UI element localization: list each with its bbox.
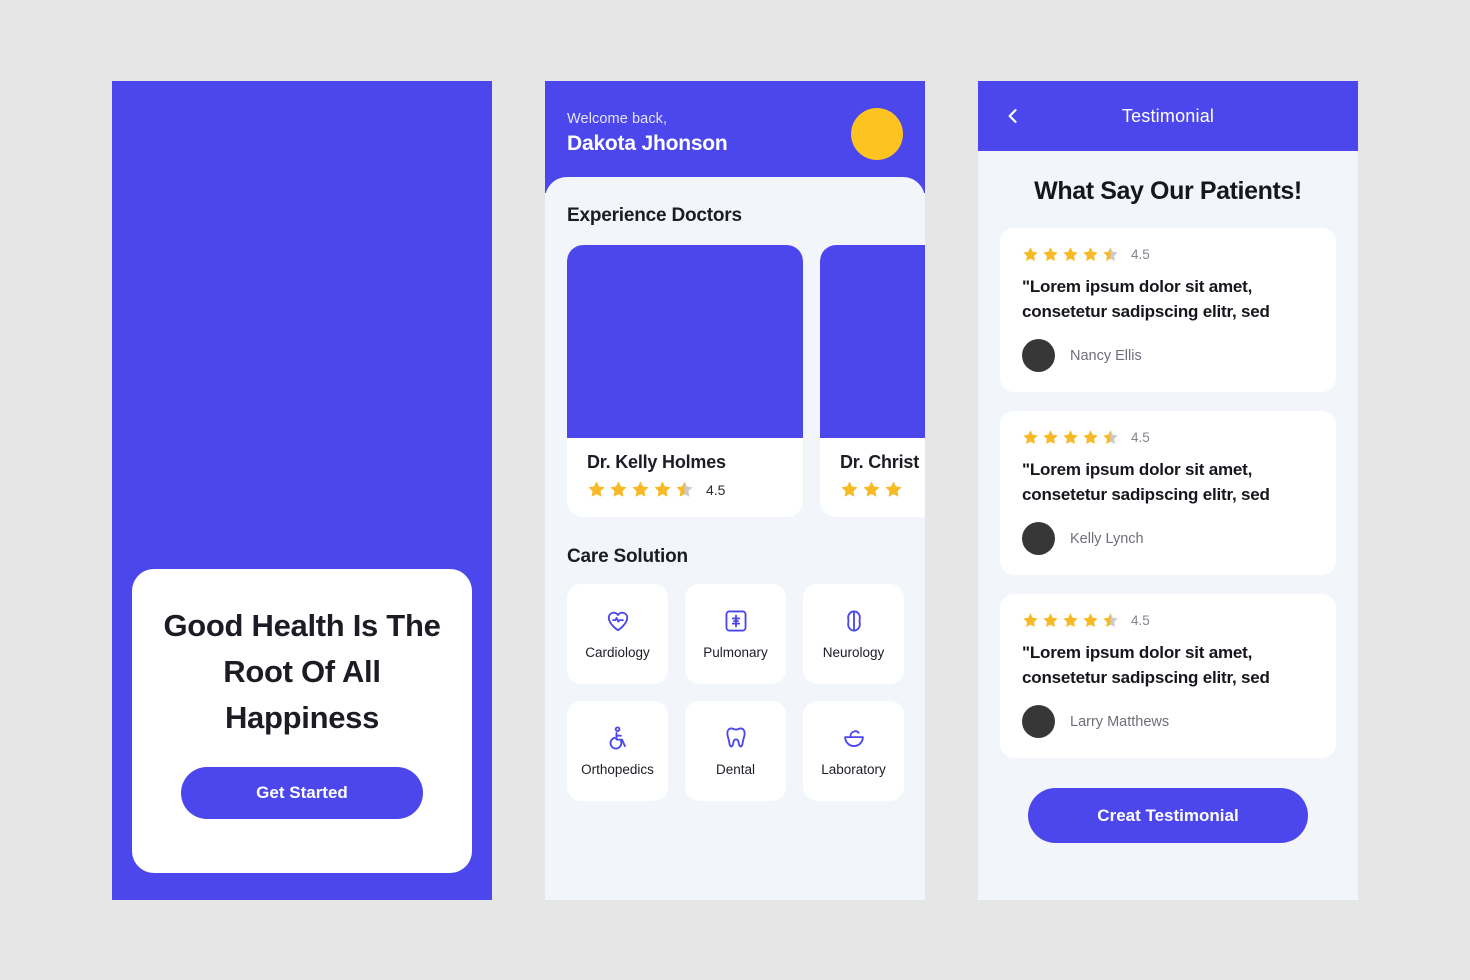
star-icon: [1063, 247, 1078, 262]
doctor-name: Dr. Kelly Holmes: [587, 452, 726, 472]
screen-home: Welcome back, Dakota Jhonson Experience …: [545, 81, 925, 900]
star-icon: [1083, 247, 1098, 262]
care-label: Orthopedics: [581, 762, 654, 777]
care-label: Laboratory: [821, 762, 886, 777]
care-tile-neurology[interactable]: Neurology: [803, 584, 904, 684]
doctor-card[interactable]: Dr. Christ: [820, 245, 925, 517]
star-icon: [632, 481, 649, 497]
star-half-icon: [676, 481, 693, 497]
doctor-carousel[interactable]: Dr. Kelly Holmes 4.5 Dr. Christ: [545, 245, 925, 517]
nav-title: Testimonial: [1121, 105, 1215, 126]
star-half-icon: [1103, 430, 1118, 445]
star-icon: [863, 481, 880, 497]
testimonial-quote: "Lorem ipsum dolor sit amet, consetetur …: [1022, 643, 1270, 687]
doctor-photo: [567, 245, 803, 438]
avatar: [1022, 705, 1055, 738]
star-icon: [610, 481, 627, 497]
rating-row: 4.5: [1022, 246, 1314, 263]
doctor-rating: 4.5: [587, 480, 803, 499]
create-testimonial-button[interactable]: Creat Testimonial: [1028, 788, 1308, 843]
doctor-rating: [840, 480, 925, 499]
screen-testimonial: Testimonial What Say Our Patients! 4.5 "…: [978, 81, 1358, 900]
star-icon: [1083, 613, 1098, 628]
doctors-section-title: Experience Doctors: [567, 205, 742, 226]
author-row: Larry Matthews: [1022, 705, 1314, 738]
testimonial-card[interactable]: 4.5 "Lorem ipsum dolor sit amet, consete…: [1000, 594, 1336, 758]
rating-row: 4.5: [1022, 612, 1314, 629]
rating-value: 4.5: [706, 481, 726, 498]
avatar: [1022, 339, 1055, 372]
testimonial-header: Testimonial: [978, 81, 1358, 151]
avatar: [1022, 522, 1055, 555]
star-icon: [1043, 247, 1058, 262]
star-icon: [588, 481, 605, 497]
design-canvas: Good Health Is The Root Of All Happiness…: [0, 0, 1470, 980]
star-icon: [1063, 430, 1078, 445]
care-tile-cardiology[interactable]: Cardiology: [567, 584, 668, 684]
star-icon: [841, 481, 858, 497]
testimonial-quote: "Lorem ipsum dolor sit amet, consetetur …: [1022, 277, 1270, 321]
testimonial-quote: "Lorem ipsum dolor sit amet, consetetur …: [1022, 460, 1270, 504]
doctor-photo: [820, 245, 925, 438]
star-half-icon: [1103, 247, 1118, 262]
care-tile-pulmonary[interactable]: Pulmonary: [685, 584, 786, 684]
star-icon: [1063, 613, 1078, 628]
star-icon: [1023, 430, 1038, 445]
doctor-info: Dr. Christ: [820, 438, 925, 517]
onboarding-card: Good Health Is The Root Of All Happiness…: [132, 569, 472, 873]
care-label: Dental: [715, 762, 756, 777]
care-label: Neurology: [822, 645, 885, 660]
author-name: Larry Matthews: [1070, 713, 1170, 730]
star-icon: [1043, 430, 1058, 445]
author-name: Nancy Ellis: [1070, 347, 1142, 364]
star-icon: [1043, 613, 1058, 628]
care-grid: Cardiology Pulmonary Neurology Orthopedi…: [545, 584, 925, 801]
get-started-button[interactable]: Get Started: [181, 767, 423, 819]
care-tile-orthopedics[interactable]: Orthopedics: [567, 701, 668, 801]
welcome-block: Welcome back, Dakota Jhonson: [567, 111, 728, 156]
care-tile-dental[interactable]: Dental: [685, 701, 786, 801]
care-label: Pulmonary: [703, 645, 768, 660]
back-button[interactable]: [1000, 103, 1026, 129]
home-content: Experience Doctors Dr. Kelly Holmes 4.5 …: [545, 177, 925, 900]
rating-value: 4.5: [1131, 613, 1150, 628]
welcome-label: Welcome back,: [567, 111, 668, 127]
author-name: Kelly Lynch: [1070, 530, 1144, 547]
avatar[interactable]: [851, 108, 903, 160]
star-icon: [885, 481, 902, 497]
care-section-title: Care Solution: [567, 546, 688, 567]
star-icon: [1083, 430, 1098, 445]
testimonial-card[interactable]: 4.5 "Lorem ipsum dolor sit amet, consete…: [1000, 411, 1336, 575]
lungs-frame-icon: [725, 610, 746, 632]
rating-value: 4.5: [1131, 247, 1150, 262]
star-half-icon: [1103, 613, 1118, 628]
chevron-left-icon: [1008, 109, 1017, 123]
care-tile-laboratory[interactable]: Laboratory: [803, 701, 904, 801]
care-label: Cardiology: [585, 645, 650, 660]
page-title: Good Health Is The Root Of All Happiness: [163, 608, 441, 735]
testimonial-card[interactable]: 4.5 "Lorem ipsum dolor sit amet, consete…: [1000, 228, 1336, 392]
brain-icon: [846, 610, 861, 632]
rating-value: 4.5: [1131, 430, 1150, 445]
doctor-card[interactable]: Dr. Kelly Holmes 4.5: [567, 245, 803, 517]
doctor-name: Dr. Christ: [840, 452, 920, 472]
star-icon: [1023, 613, 1038, 628]
page-heading: What Say Our Patients!: [1034, 177, 1302, 205]
star-icon: [654, 481, 671, 497]
screen-onboarding: Good Health Is The Root Of All Happiness…: [112, 81, 492, 900]
testimonial-content: What Say Our Patients! 4.5 "Lorem ipsum …: [978, 151, 1358, 900]
author-row: Nancy Ellis: [1022, 339, 1314, 372]
mortar-pestle-icon: [843, 730, 864, 747]
tooth-icon: [725, 727, 746, 748]
doctor-info: Dr. Kelly Holmes 4.5: [567, 438, 803, 517]
star-icon: [1023, 247, 1038, 262]
rating-row: 4.5: [1022, 429, 1314, 446]
author-row: Kelly Lynch: [1022, 522, 1314, 555]
wheelchair-icon: [609, 726, 626, 750]
heart-pulse-icon: [607, 611, 628, 632]
user-name: Dakota Jhonson: [567, 132, 728, 155]
